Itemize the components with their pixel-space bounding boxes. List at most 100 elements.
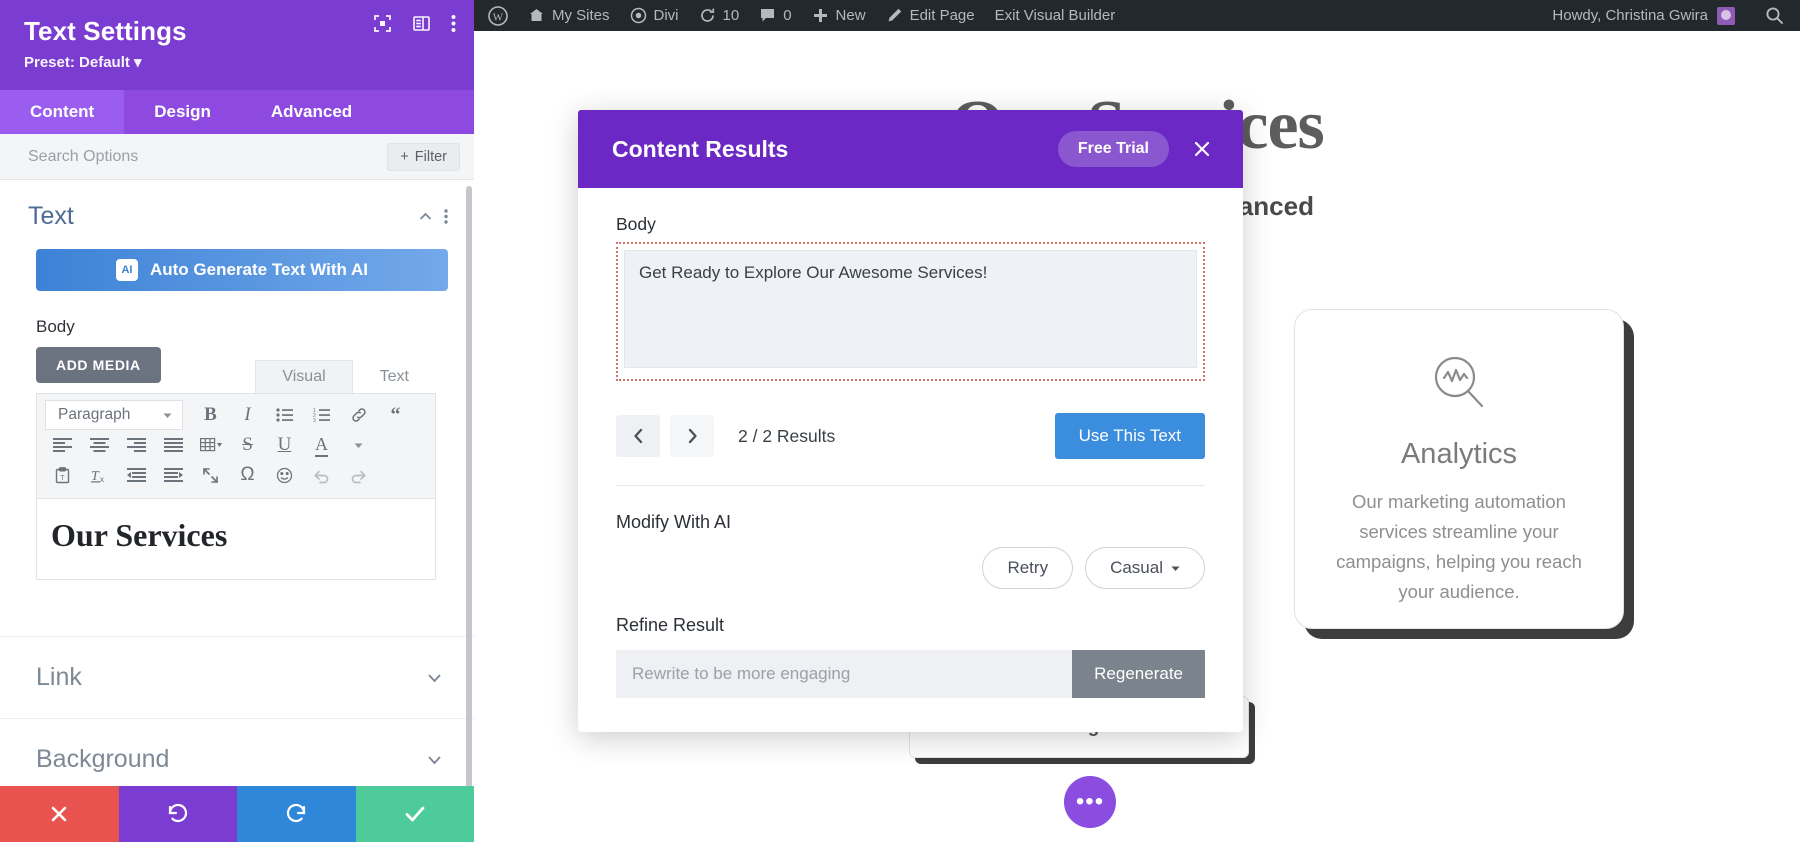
save-button[interactable] [356, 786, 475, 842]
kebab-icon[interactable] [444, 208, 448, 225]
tab-design[interactable]: Design [124, 90, 241, 134]
accordion-background[interactable]: Background [0, 718, 474, 786]
results-count-label: 2 / 2 Results [738, 426, 1045, 447]
ellipsis-icon[interactable]: ••• [1064, 776, 1116, 828]
search-icon[interactable] [1749, 6, 1800, 25]
retry-button[interactable]: Retry [982, 547, 1073, 589]
modal-body: Body 2 / 2 Results Use This Text Modify … [578, 188, 1243, 732]
section-title-text: Text [28, 202, 407, 231]
regenerate-button[interactable]: Regenerate [1072, 650, 1205, 698]
wordpress-logo-icon[interactable]: W [474, 0, 518, 31]
result-textarea[interactable] [624, 250, 1197, 368]
align-right-icon[interactable] [119, 430, 154, 460]
fullscreen-icon[interactable] [193, 460, 228, 490]
updates-icon [699, 7, 716, 24]
chevron-down-icon [1171, 564, 1180, 573]
preset-selector[interactable]: Preset: Default ▾ [24, 53, 452, 71]
use-this-text-button[interactable]: Use This Text [1055, 413, 1205, 459]
kebab-icon[interactable] [451, 14, 456, 33]
table-icon[interactable] [193, 430, 228, 460]
align-left-icon[interactable] [45, 430, 80, 460]
adminbar-item-comments[interactable]: 0 [749, 0, 801, 31]
text-color-icon[interactable]: A [304, 430, 339, 460]
auto-generate-text-with-ai-button[interactable]: AI Auto Generate Text With AI [36, 249, 448, 291]
wp-admin-bar: W My Sites Divi 10 0 New Edit Page [474, 0, 1800, 31]
section-header-text[interactable]: Text [0, 180, 474, 241]
chevron-left-icon[interactable] [616, 415, 660, 457]
align-center-icon[interactable] [82, 430, 117, 460]
undo-button[interactable] [119, 786, 238, 842]
undo-icon[interactable] [304, 460, 339, 490]
italic-icon[interactable]: I [230, 400, 265, 430]
svg-text:x: x [100, 475, 104, 484]
text-settings-panel: Text Settings Preset: Default ▾ Conte [0, 0, 474, 842]
svg-text:3: 3 [313, 418, 316, 423]
tab-content[interactable]: Content [0, 90, 124, 134]
search-row: + Filter [0, 134, 474, 180]
outdent-icon[interactable] [119, 460, 154, 490]
modal-title: Content Results [612, 136, 1058, 163]
chevron-down-icon[interactable] [425, 750, 444, 769]
tone-select[interactable]: Casual [1085, 547, 1205, 589]
bold-icon[interactable]: B [193, 400, 228, 430]
blockquote-icon[interactable]: “ [378, 400, 413, 430]
chevron-right-icon[interactable] [670, 415, 714, 457]
pencil-icon [886, 7, 903, 24]
numbered-list-icon[interactable]: 123 [304, 400, 339, 430]
adminbar-howdy[interactable]: Howdy, Christina Gwira [1552, 7, 1749, 25]
search-input[interactable] [28, 148, 377, 166]
adminbar-item-divi[interactable]: Divi [620, 0, 689, 31]
avatar [1717, 7, 1735, 25]
editor-tab-visual[interactable]: Visual [255, 360, 352, 393]
layout-icon[interactable] [412, 14, 431, 33]
indent-icon[interactable] [156, 460, 191, 490]
adminbar-item-edit-page[interactable]: Edit Page [876, 0, 985, 31]
service-card-analytics: Analytics Our marketing automation servi… [1294, 309, 1624, 629]
bulleted-list-icon[interactable] [267, 400, 302, 430]
tab-advanced[interactable]: Advanced [241, 90, 382, 134]
paragraph-format-select[interactable]: Paragraph [45, 400, 183, 430]
adminbar-label-divi: Divi [654, 7, 679, 24]
align-justify-icon[interactable] [156, 430, 191, 460]
filter-button[interactable]: + Filter [387, 143, 460, 171]
add-media-button[interactable]: ADD MEDIA [36, 347, 161, 383]
special-character-icon[interactable]: Ω [230, 460, 265, 490]
paste-as-text-icon[interactable]: T [45, 460, 80, 490]
accordion-link[interactable]: Link [0, 636, 474, 718]
strikethrough-icon[interactable]: S [230, 430, 265, 460]
adminbar-item-updates[interactable]: 10 [689, 0, 750, 31]
adminbar-item-new[interactable]: New [802, 0, 876, 31]
adminbar-item-exit-visual-builder[interactable]: Exit Visual Builder [985, 0, 1126, 31]
service-card-analytics-text: Our marketing automation services stream… [1323, 487, 1595, 607]
refine-input[interactable] [616, 650, 1072, 698]
editor-content-area[interactable]: Our Services [36, 498, 436, 580]
plus-icon: + [400, 149, 408, 165]
panel-body: Text AI Auto Generate Text With AI Body … [0, 180, 474, 786]
expand-icon[interactable] [373, 14, 392, 33]
adminbar-item-my-sites[interactable]: My Sites [518, 0, 620, 31]
modify-chip-row: Retry Casual [616, 547, 1205, 589]
underline-icon[interactable]: U [267, 430, 302, 460]
discard-changes-button[interactable] [0, 786, 119, 842]
link-icon[interactable] [341, 400, 376, 430]
chevron-up-icon[interactable] [417, 208, 434, 225]
scrollbar-thumb[interactable] [466, 186, 472, 786]
panel-header: Text Settings Preset: Default ▾ [0, 0, 474, 90]
close-icon[interactable] [1183, 138, 1221, 160]
result-textarea-wrapper [616, 242, 1205, 381]
editor-toolbar-row-1: Paragraph B I 123 [45, 400, 427, 430]
redo-icon[interactable] [341, 460, 376, 490]
chevron-down-icon[interactable] [341, 430, 376, 460]
svg-text:T: T [60, 475, 65, 482]
panel-tabs: Content Design Advanced [0, 90, 474, 134]
emoji-icon[interactable] [267, 460, 302, 490]
editor-tab-text[interactable]: Text [353, 360, 436, 393]
comment-icon [759, 7, 776, 24]
chevron-down-icon[interactable] [425, 668, 444, 687]
free-trial-badge[interactable]: Free Trial [1058, 131, 1169, 167]
ai-badge-icon: AI [116, 259, 138, 281]
redo-button[interactable] [237, 786, 356, 842]
filter-label: Filter [415, 149, 447, 165]
refine-result-label: Refine Result [616, 615, 1205, 636]
clear-formatting-icon[interactable]: Tx [82, 460, 117, 490]
